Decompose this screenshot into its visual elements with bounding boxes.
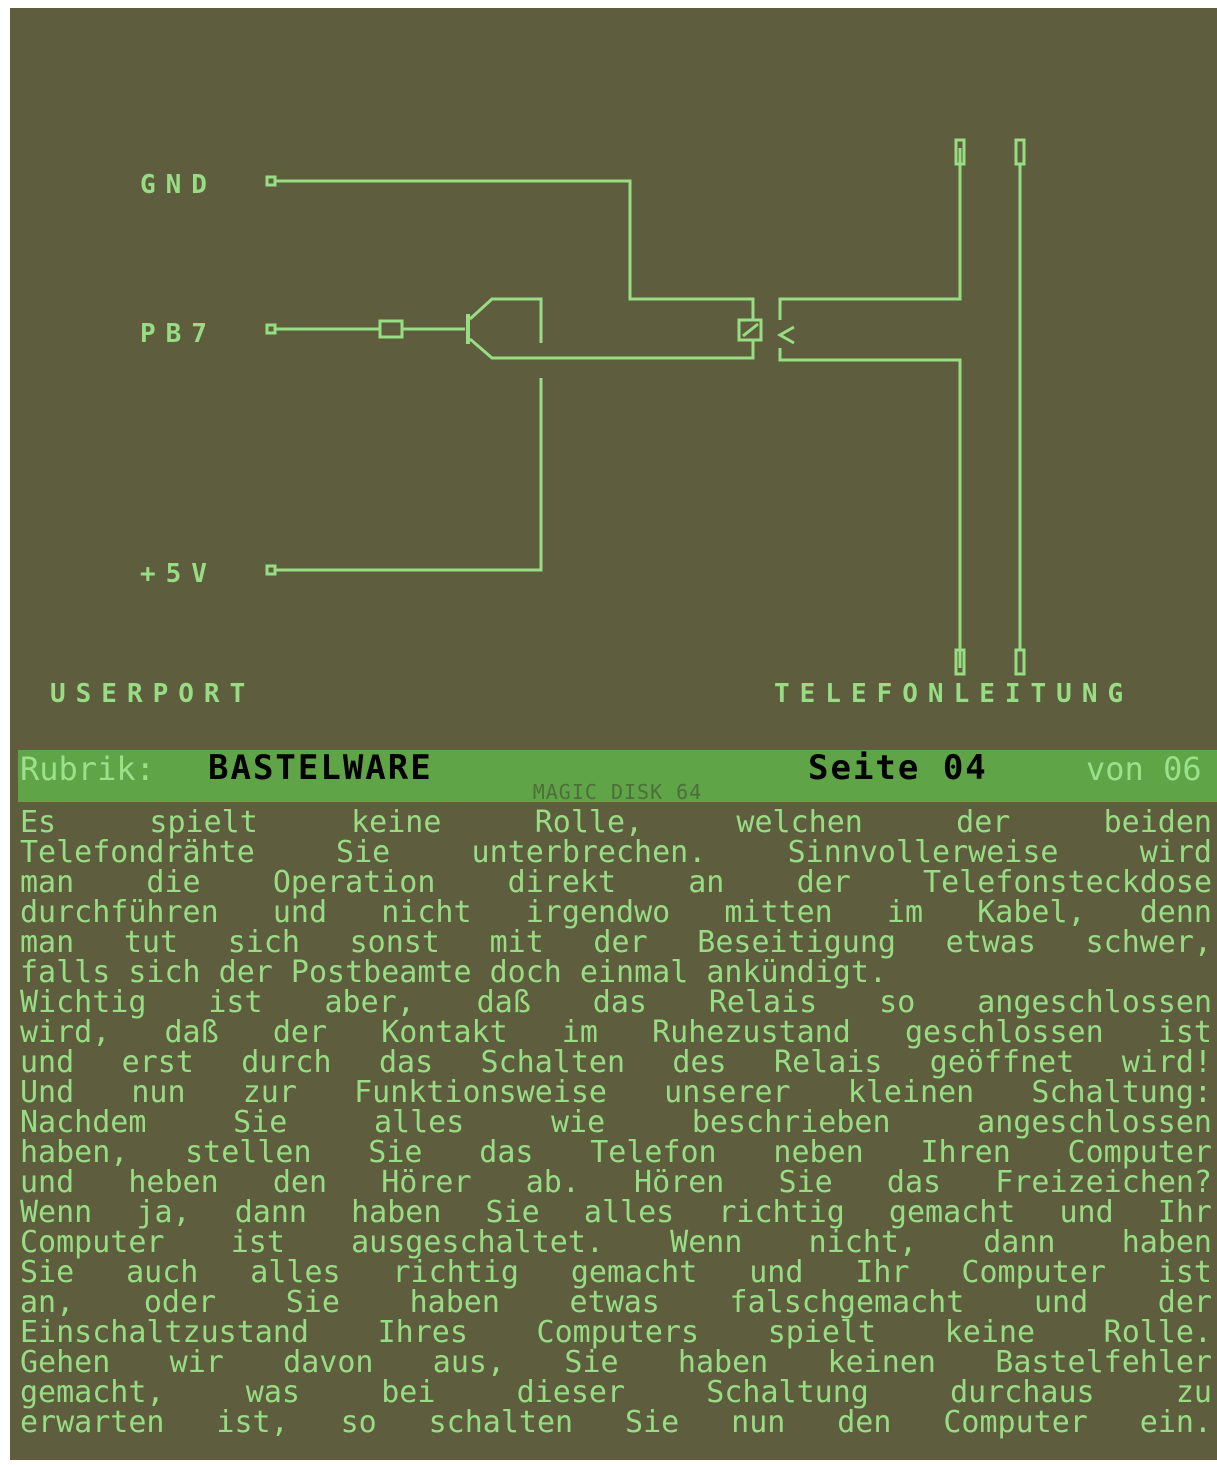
text-line: Telefondrähte Sie unterbrechen. Sinnvoll… — [20, 835, 1212, 870]
text-line: wird, daß der Kontakt im Ruhezustand ges… — [20, 1015, 1212, 1050]
magazine-watermark: MAGIC DISK 64 — [532, 780, 703, 804]
text-line: falls sich der Postbeamte doch einmal an… — [20, 955, 887, 990]
text-line: Gehen wir davon aus, Sie haben keinen Ba… — [20, 1345, 1212, 1380]
text-line: Einschaltzustand Ihres Computers spielt … — [20, 1315, 1212, 1350]
plus5v-terminal — [265, 564, 277, 576]
text-line: man tut sich sonst mit der Beseitigung e… — [20, 925, 1212, 960]
transistor-emitter — [469, 337, 755, 360]
phone-terminal-2-bottom — [1014, 648, 1026, 676]
phone-terminal-2-top — [1014, 138, 1026, 166]
article-text: Es spielt keine Rolle, welchen der beide… — [20, 808, 1212, 1438]
text-line: gemacht, was bei dieser Schaltung durcha… — [20, 1375, 1212, 1410]
pin-label-pb7: PB7 — [140, 319, 217, 349]
text-line: Wichtig ist aber, daß das Relais so ange… — [20, 985, 1212, 1020]
text-line: Sie auch alles richtig gemacht und Ihr C… — [20, 1255, 1212, 1290]
text-line: und heben den Hörer ab. Hören Sie das Fr… — [20, 1165, 1212, 1200]
contact-wire-top — [778, 148, 962, 320]
text-line: haben, stellen Sie das Telefon neben Ihr… — [20, 1135, 1212, 1170]
pb7-terminal — [265, 323, 277, 335]
text-line: Nachdem Sie alles wie beschrieben angesc… — [20, 1105, 1212, 1140]
text-line: erwarten ist, so schalten Sie nun den Co… — [20, 1405, 1212, 1440]
text-line: man die Operation direkt an der Telefons… — [20, 865, 1212, 900]
pin-label-gnd: GND — [140, 170, 217, 200]
userport-label: USERPORT — [50, 679, 255, 709]
text-line: an, oder Sie haben etwas falschgemacht u… — [20, 1285, 1212, 1320]
text-line: Es spielt keine Rolle, welchen der beide… — [20, 805, 1212, 840]
text-line: Computer ist ausgeschaltet. Wenn nicht, … — [20, 1225, 1212, 1260]
circuit-schematic: GND PB7 +5V USERPORT TELEFONLEITUNG — [50, 138, 1133, 709]
text-line: Wenn ja, dann haben Sie alles richtig ge… — [20, 1195, 1212, 1230]
plus5v-wire — [275, 378, 543, 572]
contact-wire-bottom — [778, 348, 962, 668]
transistor-collector — [468, 297, 543, 343]
gnd-terminal — [265, 175, 277, 187]
resistor — [378, 319, 404, 339]
text-line: Und nun zur Funktionsweise unserer klein… — [20, 1075, 1212, 1110]
text-line: und erst durch das Schalten des Relais g… — [20, 1045, 1212, 1080]
phone-line-label: TELEFONLEITUNG — [774, 679, 1133, 709]
pin-label-5v: +5V — [140, 559, 217, 589]
c64-screen: GND PB7 +5V USERPORT TELEFONLEITUNG Rubr… — [10, 8, 1217, 1460]
text-line: durchführen und nicht irgendwo mitten im… — [20, 895, 1212, 930]
status-bar: Rubrik: BASTELWARE Seite 04 von 06 MAGIC… — [18, 748, 1217, 804]
relay-contact — [776, 325, 795, 345]
